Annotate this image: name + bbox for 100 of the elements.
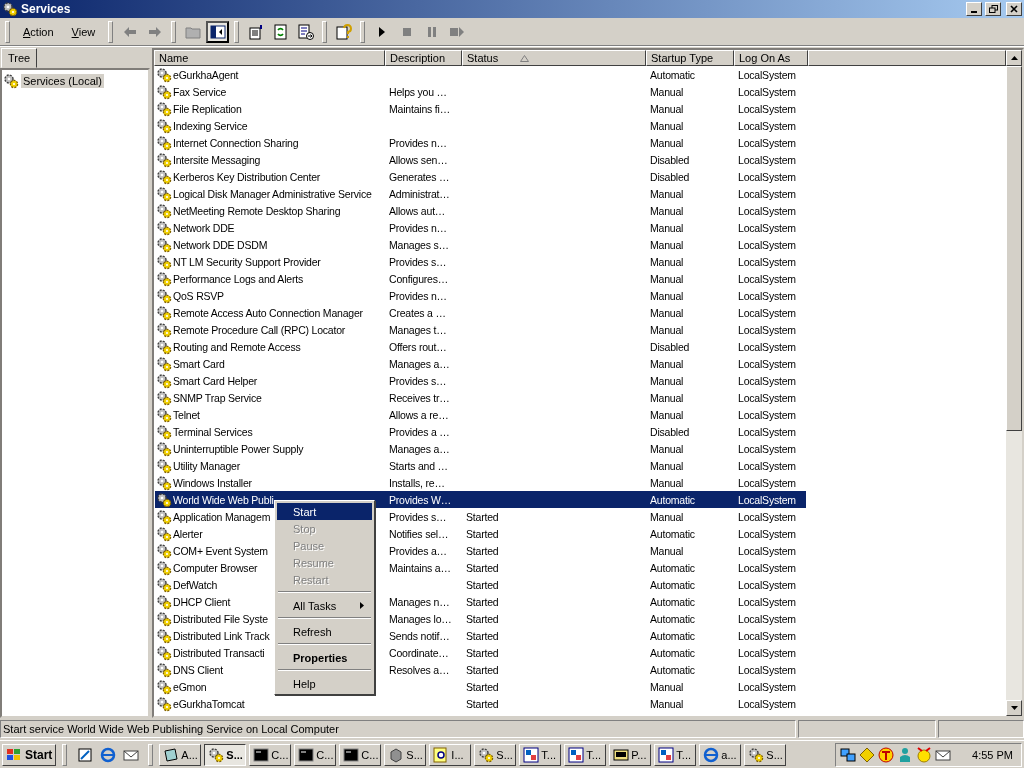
startup-type: Automatic [650,612,695,625]
gear-icon [156,287,172,304]
log-on-account: LocalSystem [738,697,796,710]
service-name[interactable]: Network DDE DSDM [173,238,268,251]
network-icon [840,746,857,763]
service-name[interactable]: File Replication [173,102,242,115]
service-name[interactable]: Routing and Remote Access [173,340,301,353]
column-header[interactable]: Status [462,50,646,66]
gear-icon [156,185,172,202]
service-name[interactable]: Smart Card Helper [173,374,258,387]
vertical-scrollbar[interactable] [1006,50,1022,716]
log-on-account: LocalSystem [738,442,796,455]
service-name[interactable]: DefWatch [173,578,218,591]
service-name[interactable]: SNMP Trap Service [173,391,262,404]
taskbar-button[interactable]: T... [519,743,562,766]
log-on-account: LocalSystem [738,255,796,268]
service-description: Helps you … [389,85,447,98]
service-description: Provides n… [389,136,447,149]
taskbar-button[interactable]: C... [339,743,382,766]
service-name[interactable]: DNS Client [173,663,223,676]
service-name[interactable]: Terminal Services [173,425,253,438]
service-name[interactable]: eGmon [173,680,207,693]
taskbar-button[interactable]: A... [159,743,202,766]
log-on-account: LocalSystem [738,204,796,217]
taskbar-button[interactable]: T... [654,743,697,766]
gear-icon [3,73,19,89]
window-title: Services [21,2,72,16]
service-status: Started [466,578,499,591]
startup-type: Manual [650,119,684,132]
menu-item[interactable]: Help [277,675,372,692]
menu-item[interactable]: Start [277,503,372,520]
service-name[interactable]: NT LM Security Support Provider [173,255,321,268]
service-name[interactable]: Distributed Transacti [173,646,265,659]
column-header[interactable]: Startup Type [646,50,734,66]
taskbar-button[interactable]: I... [429,743,472,766]
service-name[interactable]: Utility Manager [173,459,241,472]
startup-type: Manual [650,391,684,404]
service-name[interactable]: NetMeeting Remote Desktop Sharing [173,204,341,217]
menu-item[interactable]: Refresh [277,623,372,640]
column-header[interactable]: Name [154,50,385,66]
service-name[interactable]: DHCP Client [173,595,231,608]
log-on-account: LocalSystem [738,595,796,608]
service-name[interactable]: Performance Logs and Alerts [173,272,303,285]
close-button[interactable] [1006,2,1022,16]
gear-icon [156,117,172,134]
service-name[interactable]: Kerberos Key Distribution Center [173,170,321,183]
minimize-button[interactable] [966,2,982,16]
log-on-account: LocalSystem [738,357,796,370]
startup-type: Manual [650,459,684,472]
gear-icon [478,746,495,763]
taskbar-button[interactable]: S... [744,743,787,766]
service-name[interactable]: eGurkhaTomcat [173,697,245,710]
service-name[interactable]: Application Managem [173,510,271,523]
menu-item[interactable]: View [63,23,104,40]
tree-item[interactable]: Services (Local) [21,74,104,88]
log-on-account: LocalSystem [738,85,796,98]
service-name[interactable]: Remote Procedure Call (RPC) Locator [173,323,346,336]
service-status: Started [466,510,499,523]
service-name[interactable]: World Wide Web Publi [173,493,274,506]
menu-item[interactable]: Properties [277,649,372,666]
service-name[interactable]: Distributed Link Track [173,629,270,642]
service-name[interactable]: Windows Installer [173,476,252,489]
service-name[interactable]: Logical Disk Manager Administrative Service [173,187,372,200]
taskbar-button[interactable]: a... [699,743,742,766]
service-name[interactable]: QoS RSVP [173,289,224,302]
gear-icon [156,406,172,423]
service-name[interactable]: Distributed File Syste [173,612,268,625]
column-header[interactable]: Description [385,50,462,66]
log-on-account: LocalSystem [738,510,796,523]
service-name[interactable]: Alerter [173,527,203,540]
tree-tab[interactable]: Tree [1,48,38,68]
menu-item[interactable]: All Tasks [277,597,372,614]
taskbar-button[interactable]: C... [294,743,337,766]
service-name[interactable]: Fax Service [173,85,227,98]
log-on-account: LocalSystem [738,323,796,336]
taskbar-button[interactable]: C... [249,743,292,766]
tree-button[interactable] [206,20,230,43]
service-name[interactable]: Indexing Service [173,119,248,132]
start-button[interactable]: Start [2,743,57,766]
service-name[interactable]: Remote Access Auto Connection Manager [173,306,363,319]
service-name[interactable]: eGurkhaAgent [173,68,239,81]
scroll-thumb[interactable] [1006,66,1022,431]
service-name[interactable]: Internet Connection Sharing [173,136,299,149]
service-name[interactable]: Network DDE [173,221,235,234]
service-name[interactable]: Uninterruptible Power Supply [173,442,304,455]
taskbar-button[interactable]: S... [474,743,517,766]
service-name[interactable]: Intersite Messaging [173,153,261,166]
log-on-account: LocalSystem [738,306,796,319]
service-name[interactable]: Smart Card [173,357,225,370]
service-name[interactable]: Telnet [173,408,200,421]
service-name[interactable]: Computer Browser [173,561,258,574]
menu-item[interactable]: Action [15,23,62,40]
column-header[interactable]: Log On As [734,50,808,66]
taskbar-button[interactable]: T... [564,743,607,766]
taskbar-button[interactable]: S... [204,743,247,766]
maximize-button[interactable] [985,2,1001,16]
taskbar-button[interactable]: P... [609,743,652,766]
service-name[interactable]: COM+ Event System [173,544,268,557]
service-description: Administrat… [389,187,450,200]
taskbar-button[interactable]: S... [384,743,427,766]
